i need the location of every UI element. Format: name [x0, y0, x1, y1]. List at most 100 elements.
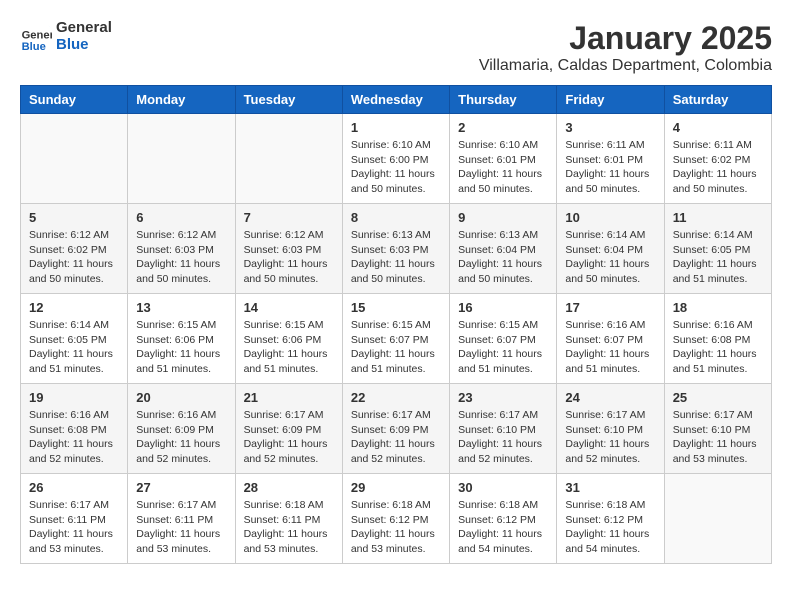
- logo-general: General: [56, 20, 112, 37]
- calendar-cell: 31Sunrise: 6:18 AM Sunset: 6:12 PM Dayli…: [557, 474, 664, 564]
- calendar-cell: 10 Sunrise: 6:14 AM Sunset: 6:04 PM Dayli…: [557, 204, 664, 294]
- calendar-cell: 6Sunrise: 6:12 AM Sunset: 6:03 PM Daylig…: [128, 204, 235, 294]
- calendar-cell: 9 Sunrise: 6:13 AM Sunset: 6:04 PM Daylig…: [450, 204, 557, 294]
- day-info: Sunrise: 6:14 AM Sunset: 6:05 PM Dayligh…: [29, 318, 119, 377]
- svg-text:Blue: Blue: [22, 40, 46, 52]
- day-number: 13: [136, 300, 226, 315]
- calendar-cell: 21 Sunrise: 6:17 AM Sunset: 6:09 PM Dayli…: [235, 384, 342, 474]
- day-number: 21: [244, 390, 334, 405]
- page-title: January 2025: [479, 20, 772, 57]
- calendar-cell: 18Sunrise: 6:16 AM Sunset: 6:08 PM Dayli…: [664, 294, 771, 384]
- day-info: Sunrise: 6:18 AM Sunset: 6:12 PM Dayligh…: [351, 498, 441, 557]
- header-thursday: Thursday: [450, 86, 557, 114]
- day-number: 25: [673, 390, 763, 405]
- day-info: Sunrise: 6:11 AM Sunset: 6:02 PM Dayligh…: [673, 138, 763, 197]
- day-info: Sunrise: 6:16 AM Sunset: 6:09 PM Dayligh…: [136, 408, 226, 467]
- calendar-cell: 29 Sunrise: 6:18 AM Sunset: 6:12 PM Dayli…: [342, 474, 449, 564]
- day-number: 11: [673, 210, 763, 225]
- day-number: 28: [244, 480, 334, 495]
- day-info: Sunrise: 6:10 AM Sunset: 6:00 PM Dayligh…: [351, 138, 441, 197]
- week-row-2: 5 Sunrise: 6:12 AM Sunset: 6:02 PM Daylig…: [21, 204, 772, 294]
- day-number: 12: [29, 300, 119, 315]
- day-number: 9: [458, 210, 548, 225]
- day-info: Sunrise: 6:18 AM Sunset: 6:12 PM Dayligh…: [565, 498, 655, 557]
- day-number: 4: [673, 120, 763, 135]
- calendar-cell: 1 Sunrise: 6:10 AM Sunset: 6:00 PM Daylig…: [342, 114, 449, 204]
- calendar-cell: 13 Sunrise: 6:15 AM Sunset: 6:06 PM Dayli…: [128, 294, 235, 384]
- day-info: Sunrise: 6:18 AM Sunset: 6:11 PM Dayligh…: [244, 498, 334, 557]
- day-info: Sunrise: 6:14 AM Sunset: 6:05 PM Dayligh…: [673, 228, 763, 287]
- day-info: Sunrise: 6:10 AM Sunset: 6:01 PM Dayligh…: [458, 138, 548, 197]
- header-sunday: Sunday: [21, 86, 128, 114]
- calendar-cell: 24 Sunrise: 6:17 AM Sunset: 6:10 PM Dayli…: [557, 384, 664, 474]
- calendar-cell: 11 Sunrise: 6:14 AM Sunset: 6:05 PM Dayli…: [664, 204, 771, 294]
- calendar-cell: 22 Sunrise: 6:17 AM Sunset: 6:09 PM Dayli…: [342, 384, 449, 474]
- calendar-cell: 27Sunrise: 6:17 AM Sunset: 6:11 PM Dayli…: [128, 474, 235, 564]
- svg-text:General: General: [22, 29, 52, 41]
- calendar-cell: 15 Sunrise: 6:15 AM Sunset: 6:07 PM Dayli…: [342, 294, 449, 384]
- day-info: Sunrise: 6:17 AM Sunset: 6:10 PM Dayligh…: [673, 408, 763, 467]
- day-info: Sunrise: 6:17 AM Sunset: 6:09 PM Dayligh…: [351, 408, 441, 467]
- day-info: Sunrise: 6:15 AM Sunset: 6:07 PM Dayligh…: [458, 318, 548, 377]
- header-monday: Monday: [128, 86, 235, 114]
- logo-icon: General Blue: [20, 21, 52, 53]
- day-info: Sunrise: 6:17 AM Sunset: 6:11 PM Dayligh…: [136, 498, 226, 557]
- calendar-cell: 30 Sunrise: 6:18 AM Sunset: 6:12 PM Dayli…: [450, 474, 557, 564]
- calendar-cell: [21, 114, 128, 204]
- calendar-cell: 12 Sunrise: 6:14 AM Sunset: 6:05 PM Dayli…: [21, 294, 128, 384]
- calendar-cell: 8Sunrise: 6:13 AM Sunset: 6:03 PM Daylig…: [342, 204, 449, 294]
- calendar-cell: 7Sunrise: 6:12 AM Sunset: 6:03 PM Daylig…: [235, 204, 342, 294]
- week-row-5: 26 Sunrise: 6:17 AM Sunset: 6:11 PM Dayli…: [21, 474, 772, 564]
- calendar-table: SundayMondayTuesdayWednesdayThursdayFrid…: [20, 85, 772, 564]
- day-info: Sunrise: 6:17 AM Sunset: 6:09 PM Dayligh…: [244, 408, 334, 467]
- day-number: 7: [244, 210, 334, 225]
- calendar-cell: 20Sunrise: 6:16 AM Sunset: 6:09 PM Dayli…: [128, 384, 235, 474]
- day-info: Sunrise: 6:15 AM Sunset: 6:07 PM Dayligh…: [351, 318, 441, 377]
- day-info: Sunrise: 6:15 AM Sunset: 6:06 PM Dayligh…: [136, 318, 226, 377]
- day-number: 15: [351, 300, 441, 315]
- calendar-cell: 3Sunrise: 6:11 AM Sunset: 6:01 PM Daylig…: [557, 114, 664, 204]
- day-number: 16: [458, 300, 548, 315]
- calendar-cell: 17 Sunrise: 6:16 AM Sunset: 6:07 PM Dayli…: [557, 294, 664, 384]
- day-info: Sunrise: 6:16 AM Sunset: 6:08 PM Dayligh…: [29, 408, 119, 467]
- logo: General Blue General Blue: [20, 20, 112, 53]
- page-header: General Blue General Blue January 2025 V…: [20, 20, 772, 75]
- calendar-cell: 23 Sunrise: 6:17 AM Sunset: 6:10 PM Dayli…: [450, 384, 557, 474]
- day-number: 26: [29, 480, 119, 495]
- calendar-cell: 2Sunrise: 6:10 AM Sunset: 6:01 PM Daylig…: [450, 114, 557, 204]
- calendar-header-row: SundayMondayTuesdayWednesdayThursdayFrid…: [21, 86, 772, 114]
- day-info: Sunrise: 6:14 AM Sunset: 6:04 PM Dayligh…: [565, 228, 655, 287]
- day-number: 29: [351, 480, 441, 495]
- day-number: 22: [351, 390, 441, 405]
- day-number: 5: [29, 210, 119, 225]
- calendar-cell: 28 Sunrise: 6:18 AM Sunset: 6:11 PM Dayli…: [235, 474, 342, 564]
- header-wednesday: Wednesday: [342, 86, 449, 114]
- day-info: Sunrise: 6:16 AM Sunset: 6:08 PM Dayligh…: [673, 318, 763, 377]
- calendar-cell: [235, 114, 342, 204]
- day-number: 14: [244, 300, 334, 315]
- day-number: 24: [565, 390, 655, 405]
- day-info: Sunrise: 6:17 AM Sunset: 6:11 PM Dayligh…: [29, 498, 119, 557]
- day-info: Sunrise: 6:16 AM Sunset: 6:07 PM Dayligh…: [565, 318, 655, 377]
- calendar-cell: 16 Sunrise: 6:15 AM Sunset: 6:07 PM Dayli…: [450, 294, 557, 384]
- day-info: Sunrise: 6:17 AM Sunset: 6:10 PM Dayligh…: [565, 408, 655, 467]
- day-number: 30: [458, 480, 548, 495]
- day-number: 10: [565, 210, 655, 225]
- calendar-cell: 14 Sunrise: 6:15 AM Sunset: 6:06 PM Dayli…: [235, 294, 342, 384]
- day-info: Sunrise: 6:15 AM Sunset: 6:06 PM Dayligh…: [244, 318, 334, 377]
- day-number: 1: [351, 120, 441, 135]
- day-number: 17: [565, 300, 655, 315]
- week-row-4: 19Sunrise: 6:16 AM Sunset: 6:08 PM Dayli…: [21, 384, 772, 474]
- day-info: Sunrise: 6:11 AM Sunset: 6:01 PM Dayligh…: [565, 138, 655, 197]
- calendar-cell: 19Sunrise: 6:16 AM Sunset: 6:08 PM Dayli…: [21, 384, 128, 474]
- week-row-3: 12 Sunrise: 6:14 AM Sunset: 6:05 PM Dayli…: [21, 294, 772, 384]
- week-row-1: 1 Sunrise: 6:10 AM Sunset: 6:00 PM Daylig…: [21, 114, 772, 204]
- day-number: 23: [458, 390, 548, 405]
- day-info: Sunrise: 6:13 AM Sunset: 6:04 PM Dayligh…: [458, 228, 548, 287]
- day-info: Sunrise: 6:12 AM Sunset: 6:02 PM Dayligh…: [29, 228, 119, 287]
- day-info: Sunrise: 6:17 AM Sunset: 6:10 PM Dayligh…: [458, 408, 548, 467]
- day-number: 6: [136, 210, 226, 225]
- calendar-cell: 5 Sunrise: 6:12 AM Sunset: 6:02 PM Daylig…: [21, 204, 128, 294]
- day-info: Sunrise: 6:18 AM Sunset: 6:12 PM Dayligh…: [458, 498, 548, 557]
- header-tuesday: Tuesday: [235, 86, 342, 114]
